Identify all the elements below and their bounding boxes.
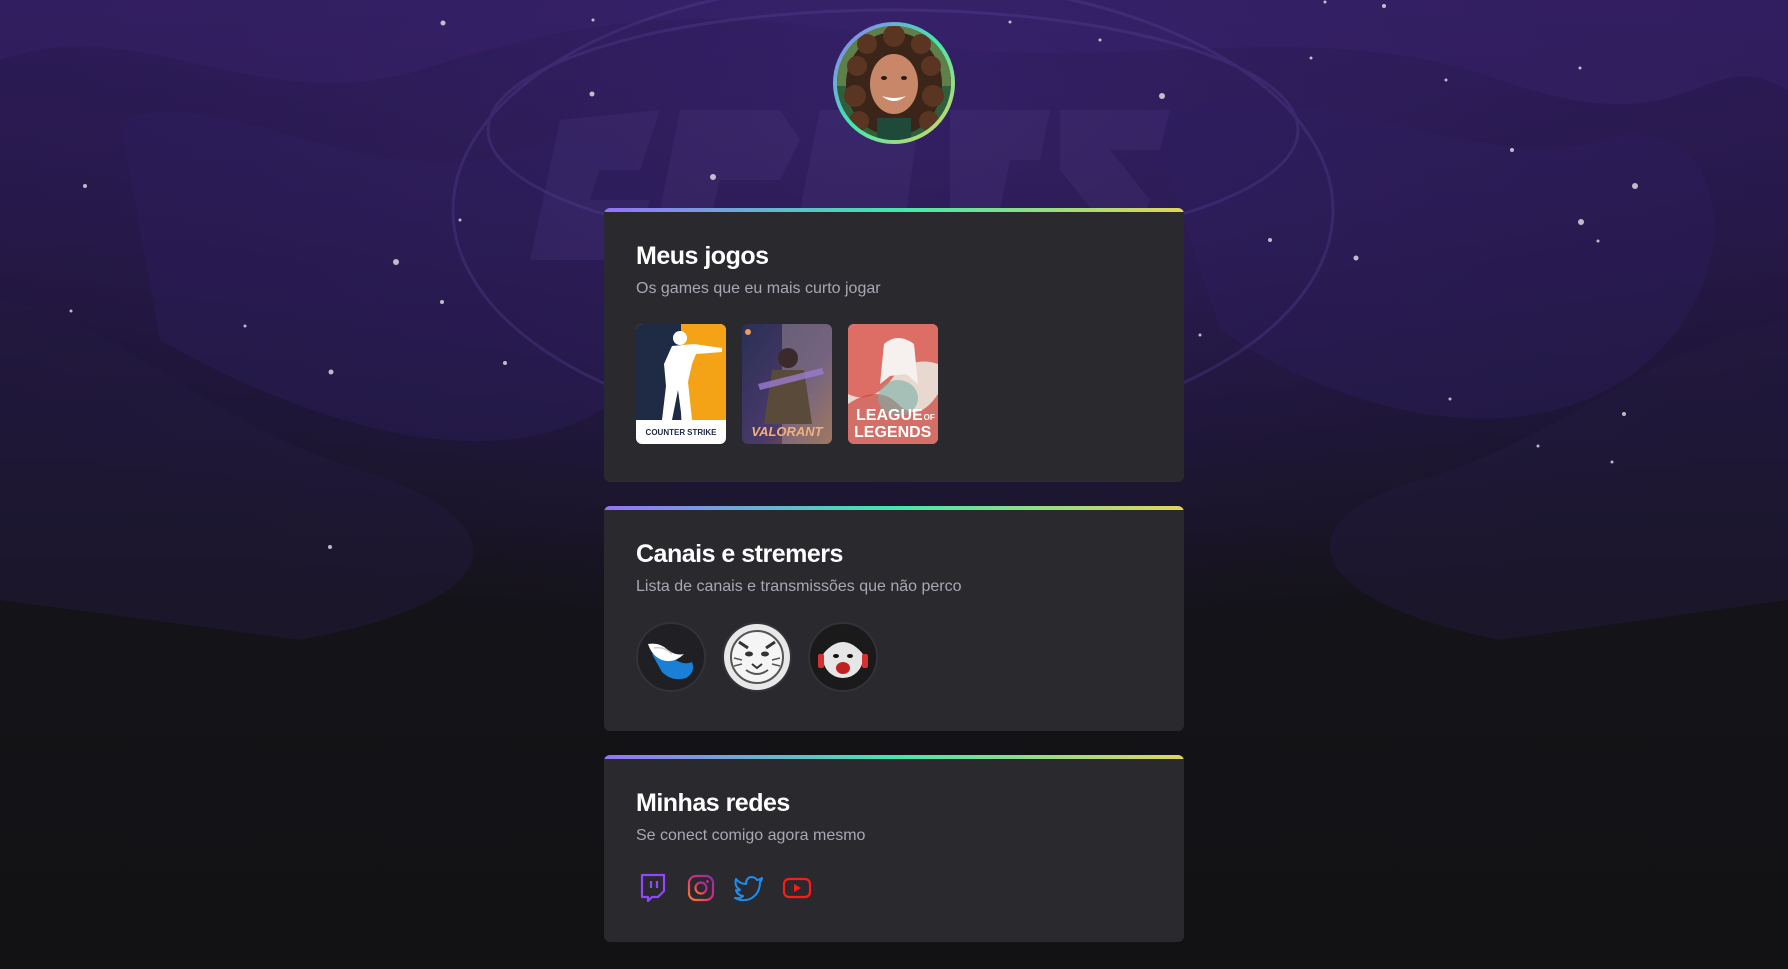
socials-card: Minhas redes Se conect comigo agora mesm… [604, 755, 1184, 942]
games-card-title: Meus jogos [636, 242, 769, 270]
streamer-face-icon [810, 624, 876, 690]
socials-list [636, 871, 1152, 905]
twitter-link[interactable] [732, 871, 766, 905]
instagram-link[interactable] [684, 871, 718, 905]
counter-strike-cover: COUNTER STRIKE [636, 324, 726, 444]
games-card: Meus jogos Os games que eu mais curto jo… [604, 208, 1184, 482]
winged-logo-icon [638, 624, 704, 690]
channel-winged[interactable] [636, 622, 706, 692]
youtube-icon [782, 877, 812, 899]
channels-card-title: Canais e stremers [636, 540, 843, 568]
game-counter-strike[interactable]: COUNTER STRIKE [636, 324, 726, 444]
league-of-legends-cover: LEAGUEOF LEGENDS [848, 324, 938, 444]
avatar [837, 26, 951, 140]
twitch-link[interactable] [636, 871, 670, 905]
twitch-icon [640, 873, 666, 903]
channel-tiger[interactable] [722, 622, 792, 692]
twitter-icon [734, 876, 763, 901]
cs-logo-text: COUNTER STRIKE [646, 428, 718, 437]
instagram-icon [687, 874, 715, 902]
game-valorant[interactable]: VALORANT [742, 324, 832, 444]
socials-card-subtitle: Se conect comigo agora mesmo [636, 827, 866, 844]
page-content: Meus jogos Os games que eu mais curto jo… [0, 0, 1788, 969]
youtube-link[interactable] [780, 871, 814, 905]
valorant-logo-text: VALORANT [751, 424, 823, 439]
channel-streamer[interactable] [808, 622, 878, 692]
channels-card-subtitle: Lista de canais e transmissões que não p… [636, 578, 962, 595]
channels-list [636, 622, 1152, 692]
games-card-subtitle: Os games que eu mais curto jogar [636, 280, 881, 297]
valorant-cover: VALORANT [742, 324, 832, 444]
lol-logo-text-2: LEGENDS [854, 424, 932, 441]
game-league-of-legends[interactable]: LEAGUEOF LEGENDS [848, 324, 938, 444]
channels-card: Canais e stremers Lista de canais e tran… [604, 506, 1184, 731]
avatar-ring [833, 22, 955, 144]
socials-card-title: Minhas redes [636, 789, 790, 817]
profile-photo-icon [837, 26, 951, 140]
tiger-logo-icon [724, 624, 790, 690]
games-list: COUNTER STRIKE VALORANT LEAGUEOF LEGENDS [636, 324, 1152, 444]
